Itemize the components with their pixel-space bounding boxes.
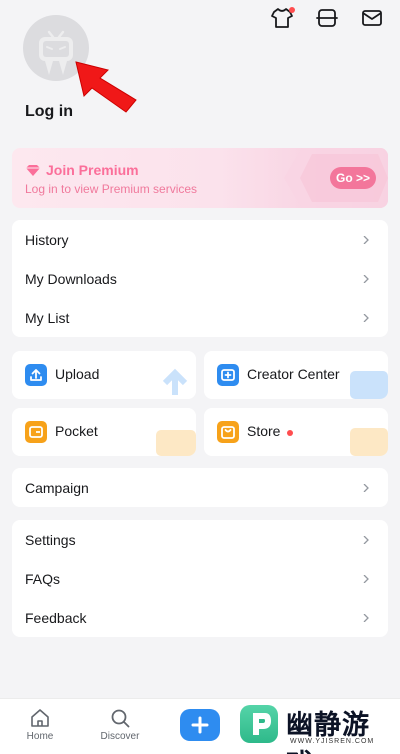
store-tile[interactable]: Store	[204, 408, 388, 456]
my-downloads-label: My Downloads	[25, 270, 117, 287]
nav-home-label: Home	[26, 731, 54, 742]
chevron-right-icon	[363, 613, 369, 622]
pocket-label: Pocket	[55, 423, 98, 439]
history-label: History	[25, 231, 69, 248]
wallet-icon	[25, 421, 47, 443]
my-list-label: My List	[25, 309, 70, 326]
login-label[interactable]: Log in	[25, 103, 73, 121]
store-watermark-icon	[350, 428, 388, 456]
chevron-right-icon	[363, 535, 369, 544]
chevron-right-icon	[363, 574, 369, 583]
chevron-right-icon	[363, 274, 369, 283]
history-row[interactable]: History	[12, 220, 388, 259]
creator-center-label: Creator Center	[247, 366, 340, 382]
premium-banner[interactable]: Join Premium Log in to view Premium serv…	[12, 148, 388, 208]
scan-icon[interactable]	[315, 6, 339, 30]
nav-discover[interactable]: Discover	[95, 707, 145, 742]
nav-discover-label: Discover	[100, 731, 140, 742]
watermark-text: 幽静游戏	[286, 710, 370, 754]
upload-label: Upload	[55, 366, 100, 382]
discover-icon	[111, 709, 130, 728]
home-icon	[31, 709, 49, 727]
nav-home[interactable]: Home	[15, 707, 65, 742]
watermark-logo-icon	[240, 705, 278, 743]
campaign-label: Campaign	[25, 479, 89, 496]
faqs-row[interactable]: FAQs	[12, 559, 388, 598]
faqs-label: FAQs	[25, 570, 61, 587]
shirt-icon[interactable]	[270, 6, 295, 30]
my-list-row[interactable]: My List	[12, 298, 388, 337]
diamond-icon	[26, 165, 40, 176]
store-icon	[217, 421, 239, 443]
settings-row[interactable]: Settings	[12, 520, 388, 559]
chevron-right-icon	[363, 235, 369, 244]
pocket-watermark-icon	[156, 430, 196, 456]
mail-icon[interactable]	[360, 6, 384, 30]
campaign-card: Campaign	[12, 468, 388, 507]
premium-go-button[interactable]: Go >>	[330, 167, 376, 189]
chevron-right-icon	[363, 483, 369, 492]
upload-tile[interactable]: Upload	[12, 351, 196, 399]
watermark-url: WWW.YJISREN.COM	[290, 738, 375, 745]
creator-center-icon	[217, 364, 239, 386]
settings-list-card: Settings FAQs Feedback	[12, 520, 388, 637]
feedback-label: Feedback	[25, 609, 87, 626]
premium-title: Join Premium	[46, 162, 139, 178]
settings-label: Settings	[25, 531, 76, 548]
upload-icon	[25, 364, 47, 386]
primary-list-card: History My Downloads My List	[12, 220, 388, 337]
store-label: Store	[247, 423, 281, 439]
upload-watermark-icon	[162, 368, 188, 395]
creator-watermark-icon	[350, 371, 388, 399]
notification-dot	[289, 7, 295, 13]
creator-center-tile[interactable]: Creator Center	[204, 351, 388, 399]
pocket-tile[interactable]: Pocket	[12, 408, 196, 456]
chevron-right-icon	[363, 313, 369, 322]
campaign-row[interactable]: Campaign	[12, 468, 388, 507]
site-watermark: 幽静游戏 WWW.YJISREN.COM	[212, 699, 390, 754]
my-downloads-row[interactable]: My Downloads	[12, 259, 388, 298]
premium-subtitle: Log in to view Premium services	[25, 182, 198, 196]
store-notification-dot	[287, 430, 293, 436]
feedback-row[interactable]: Feedback	[12, 598, 388, 637]
red-arrow-annotation	[75, 61, 137, 113]
